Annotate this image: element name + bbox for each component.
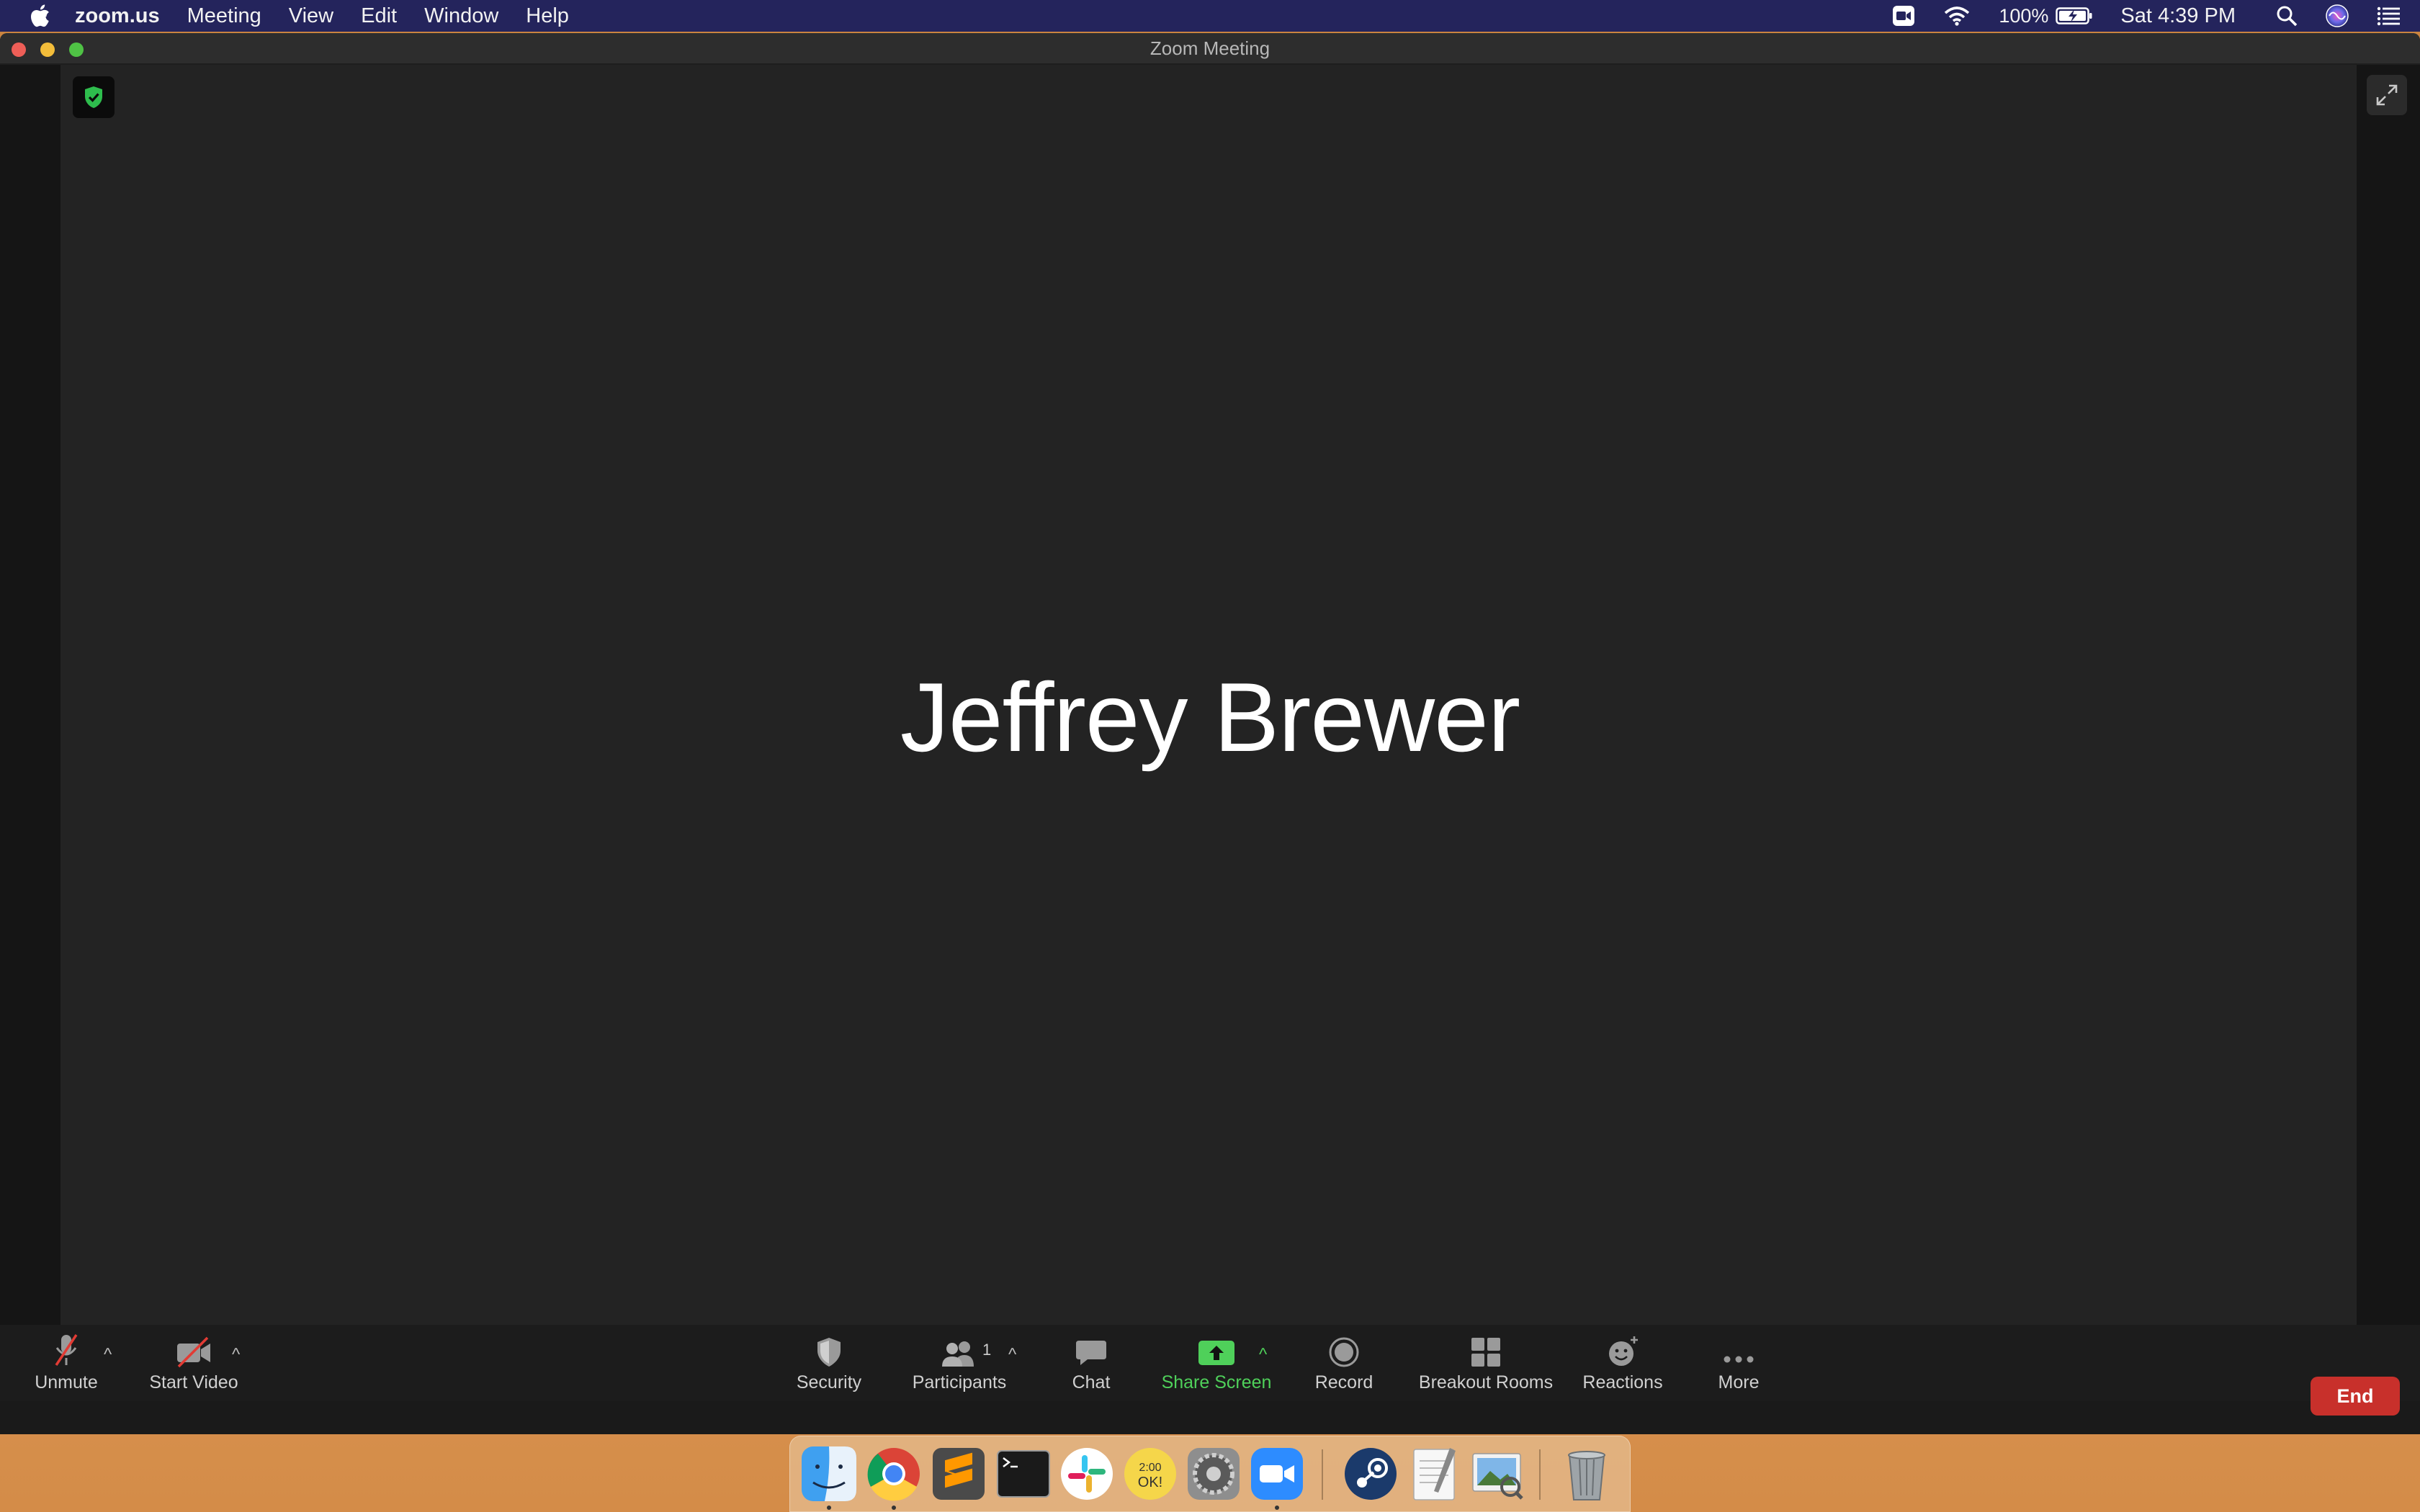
sublime-text-icon[interactable]: [930, 1445, 987, 1503]
menu-meeting[interactable]: Meeting: [187, 4, 261, 28]
menu-window[interactable]: Window: [424, 4, 498, 28]
record-label: Record: [1314, 1372, 1373, 1392]
end-meeting-button[interactable]: End: [2311, 1377, 2400, 1416]
more-dots-icon: [1724, 1356, 1754, 1363]
siri-icon[interactable]: [2325, 4, 2349, 28]
steam-icon[interactable]: [1342, 1445, 1399, 1503]
record-icon: [1329, 1337, 1359, 1367]
record-button[interactable]: Record: [1308, 1325, 1380, 1401]
window-close-button[interactable]: [12, 42, 26, 57]
menu-bar: zoom.us Meeting View Edit Window Help 10…: [0, 0, 2420, 32]
wifi-icon[interactable]: [1942, 5, 1971, 27]
reactions-button[interactable]: Reactions: [1577, 1325, 1668, 1401]
start-video-label: Start Video: [149, 1372, 238, 1392]
terminal-icon[interactable]: [995, 1445, 1052, 1503]
share-options-chevron-up-icon[interactable]: ^: [1259, 1345, 1267, 1365]
battery-icon[interactable]: [2056, 6, 2093, 25]
chat-button[interactable]: Chat: [1059, 1325, 1124, 1401]
stickies-icon[interactable]: 2:00 OK!: [1121, 1445, 1179, 1503]
zoom-running-indicator: [1275, 1506, 1279, 1510]
expand-arrows-icon: [2376, 84, 2398, 106]
window-title: Zoom Meeting: [1150, 37, 1270, 59]
apple-icon[interactable]: [29, 4, 50, 28]
menu-app-name[interactable]: zoom.us: [75, 4, 160, 28]
participants-icon: [942, 1341, 974, 1367]
svg-text:2:00: 2:00: [1139, 1462, 1161, 1474]
menubar-clock[interactable]: Sat 4:39 PM: [2120, 4, 2236, 28]
battery-percent[interactable]: 100%: [1999, 5, 2048, 27]
notification-center-icon[interactable]: [2377, 6, 2401, 26]
preview-icon[interactable]: [1469, 1445, 1526, 1503]
audio-options-chevron-up-icon[interactable]: ^: [104, 1345, 112, 1365]
participant-count: 1: [982, 1341, 992, 1359]
menu-edit[interactable]: Edit: [361, 4, 397, 28]
zoom-status-icon[interactable]: [1892, 5, 1915, 27]
participants-label: Participants: [912, 1372, 1007, 1392]
window-titlebar[interactable]: Zoom Meeting: [0, 33, 2420, 65]
start-video-button[interactable]: Start Video: [143, 1325, 245, 1401]
breakout-rooms-button[interactable]: Breakout Rooms: [1412, 1325, 1560, 1401]
slack-icon[interactable]: [1058, 1445, 1116, 1503]
chat-bubble-icon: [1076, 1341, 1106, 1365]
video-camera-off-icon: [177, 1336, 210, 1368]
window-maximize-button[interactable]: [69, 42, 84, 57]
menu-view[interactable]: View: [289, 4, 333, 28]
textedit-icon[interactable]: [1405, 1445, 1463, 1503]
breakout-rooms-label: Breakout Rooms: [1418, 1372, 1554, 1392]
smiley-add-icon: [1609, 1336, 1638, 1366]
participants-options-chevron-up-icon[interactable]: ^: [1008, 1345, 1016, 1365]
security-button[interactable]: Security: [788, 1325, 870, 1401]
share-screen-label: Share Screen: [1161, 1372, 1272, 1392]
chrome-icon[interactable]: [865, 1445, 923, 1503]
window-minimize-button[interactable]: [40, 42, 55, 57]
meeting-controls-toolbar: Unmute ^ Start Video ^ Security Particip…: [0, 1325, 2420, 1401]
zoom-app-icon[interactable]: [1248, 1445, 1306, 1503]
unmute-label: Unmute: [35, 1372, 98, 1392]
security-label: Security: [796, 1372, 862, 1392]
zoom-meeting-window: Zoom Meeting Jeffrey Brewer: [0, 33, 2420, 1434]
enter-fullscreen-button[interactable]: [2367, 75, 2407, 115]
breakout-rooms-grid-icon: [1471, 1338, 1500, 1367]
more-label: More: [1718, 1372, 1760, 1392]
microphone-muted-icon: [55, 1334, 78, 1366]
menu-help[interactable]: Help: [526, 4, 569, 28]
chrome-running-indicator: [892, 1506, 896, 1510]
finder-running-indicator: [827, 1506, 831, 1510]
shield-check-icon: [85, 86, 102, 108]
trash-icon[interactable]: [1558, 1445, 1615, 1503]
dock-separator: [1539, 1449, 1541, 1500]
finder-icon[interactable]: [800, 1445, 858, 1503]
spotlight-search-icon[interactable]: [2276, 5, 2298, 27]
macos-dock: 2:00 OK!: [789, 1436, 1631, 1512]
unmute-button[interactable]: Unmute: [30, 1325, 102, 1401]
video-options-chevron-up-icon[interactable]: ^: [232, 1345, 240, 1365]
chat-label: Chat: [1072, 1372, 1111, 1392]
svg-text:OK!: OK!: [1138, 1475, 1162, 1490]
dock-separator: [1322, 1449, 1323, 1500]
participant-name: Jeffrey Brewer: [900, 662, 1520, 772]
shield-icon: [817, 1338, 841, 1367]
more-button[interactable]: More: [1706, 1325, 1772, 1401]
meeting-encryption-badge[interactable]: [73, 76, 115, 118]
reactions-label: Reactions: [1582, 1372, 1663, 1392]
participants-button[interactable]: Participants: [909, 1325, 1010, 1401]
share-screen-upload-icon: [1198, 1341, 1234, 1365]
system-preferences-gear-icon[interactable]: [1185, 1445, 1242, 1503]
